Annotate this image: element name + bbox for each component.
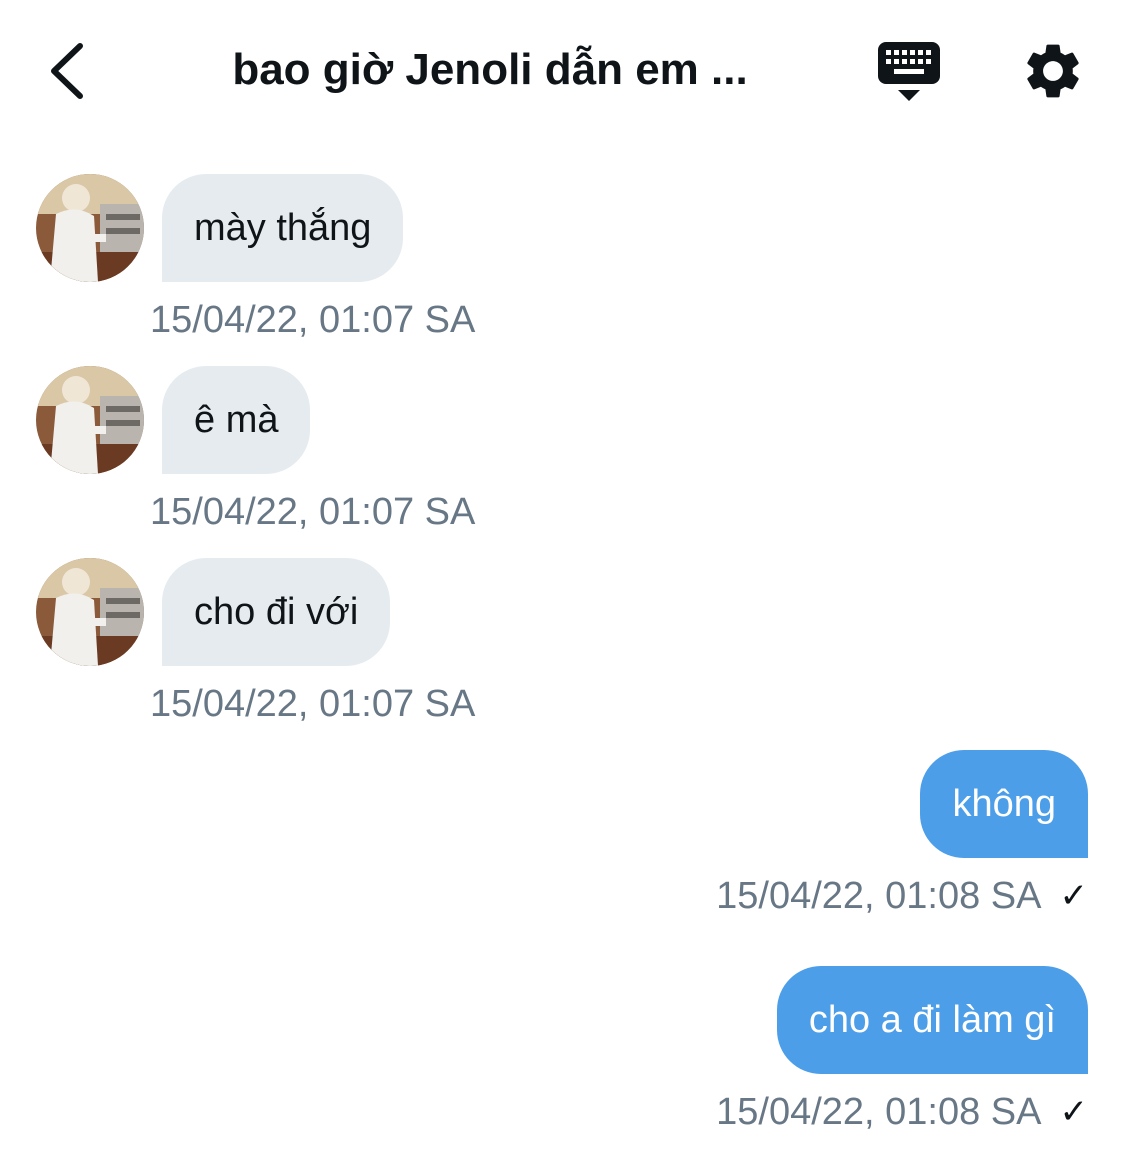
message-meta: 15/04/22, 01:08 SA ✓: [716, 1089, 1088, 1135]
message-timestamp: 15/04/22, 01:08 SA: [716, 875, 1042, 917]
message-meta: 15/04/22, 01:08 SA ✓: [716, 873, 1088, 919]
message-timestamp: 15/04/22, 01:07 SA: [150, 491, 476, 533]
checkmark-icon: ✓: [1059, 1093, 1089, 1131]
avatar[interactable]: [36, 174, 144, 282]
back-button[interactable]: [40, 36, 100, 106]
avatar[interactable]: [36, 558, 144, 666]
chevron-left-icon: [51, 43, 83, 99]
message-bubble-outgoing[interactable]: không: [920, 750, 1088, 858]
message-timestamp: 15/04/22, 01:07 SA: [150, 683, 476, 725]
keyboard-icon: [878, 42, 940, 101]
message-timestamp: 15/04/22, 01:08 SA: [716, 1091, 1042, 1133]
settings-button[interactable]: [1020, 38, 1086, 104]
conversation-title[interactable]: bao giờ Jenoli dẫn em ...: [160, 40, 820, 100]
keyboard-button[interactable]: [872, 38, 946, 108]
chat-header: bao giờ Jenoli dẫn em ...: [0, 0, 1125, 140]
message-bubble-incoming[interactable]: cho đi với: [162, 558, 391, 666]
checkmark-icon: ✓: [1059, 877, 1089, 915]
message-bubble-outgoing[interactable]: cho a đi làm gì: [776, 966, 1088, 1074]
gear-icon: [1027, 44, 1079, 98]
message-bubble-incoming[interactable]: ê mà: [162, 366, 311, 474]
message-timestamp: 15/04/22, 01:07 SA: [150, 299, 476, 341]
message-bubble-incoming[interactable]: mày thắng: [162, 174, 404, 282]
avatar[interactable]: [36, 366, 144, 474]
